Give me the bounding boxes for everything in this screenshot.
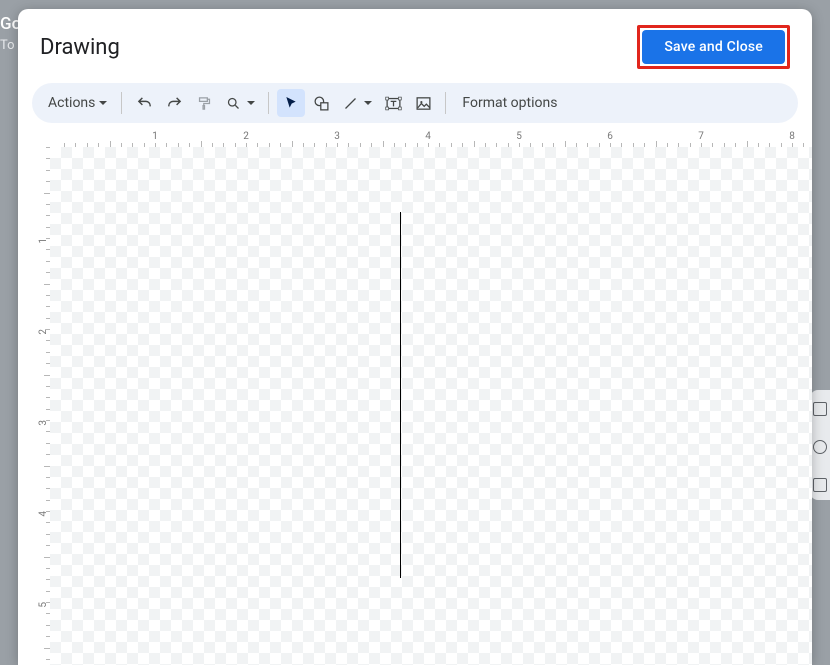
chevron-down-icon (364, 101, 372, 105)
cursor-icon (283, 95, 299, 111)
shapes-icon (313, 95, 330, 112)
dialog-header: Drawing Save and Close (18, 9, 812, 83)
actions-menu-button[interactable]: Actions (42, 91, 113, 115)
background-sidepanel (810, 390, 830, 500)
format-options-button[interactable]: Format options (454, 91, 565, 115)
toolbar: Actions (32, 83, 798, 123)
save-and-close-button[interactable]: Save and Close (642, 30, 785, 64)
drawing-dialog: Drawing Save and Close Actions (18, 9, 812, 665)
image-icon (415, 95, 432, 112)
chevron-down-icon (99, 101, 107, 105)
horizontal-ruler: 12345678 (50, 129, 812, 147)
undo-icon (136, 95, 153, 112)
line-icon (343, 96, 358, 111)
drawn-vertical-line[interactable] (400, 212, 401, 578)
dialog-title: Drawing (40, 35, 120, 60)
save-button-highlight: Save and Close (637, 25, 790, 69)
toolbar-separator (268, 92, 269, 114)
shape-tool-button[interactable] (307, 89, 335, 117)
ruler-and-canvas: 12345678 12345 (18, 129, 812, 665)
toolbar-separator (445, 92, 446, 114)
image-button[interactable] (409, 89, 437, 117)
sidepanel-icon-3 (813, 478, 827, 492)
chevron-down-icon (247, 101, 255, 105)
undo-button[interactable] (130, 89, 158, 117)
line-tool-button[interactable] (337, 89, 377, 117)
sidepanel-icon-1 (813, 402, 827, 416)
vertical-ruler: 12345 (32, 147, 50, 665)
background-secondary: To (0, 38, 15, 53)
zoom-icon (226, 96, 241, 111)
text-box-icon (385, 95, 402, 112)
sidepanel-icon-2 (813, 440, 827, 454)
paint-format-button[interactable] (190, 89, 218, 117)
actions-menu-label: Actions (48, 95, 95, 111)
toolbar-separator (121, 92, 122, 114)
paint-roller-icon (196, 95, 213, 112)
zoom-button[interactable] (220, 89, 260, 117)
text-box-button[interactable] (379, 89, 407, 117)
redo-button[interactable] (160, 89, 188, 117)
redo-icon (166, 95, 183, 112)
drawing-canvas[interactable] (50, 147, 812, 665)
select-tool-button[interactable] (277, 89, 305, 117)
